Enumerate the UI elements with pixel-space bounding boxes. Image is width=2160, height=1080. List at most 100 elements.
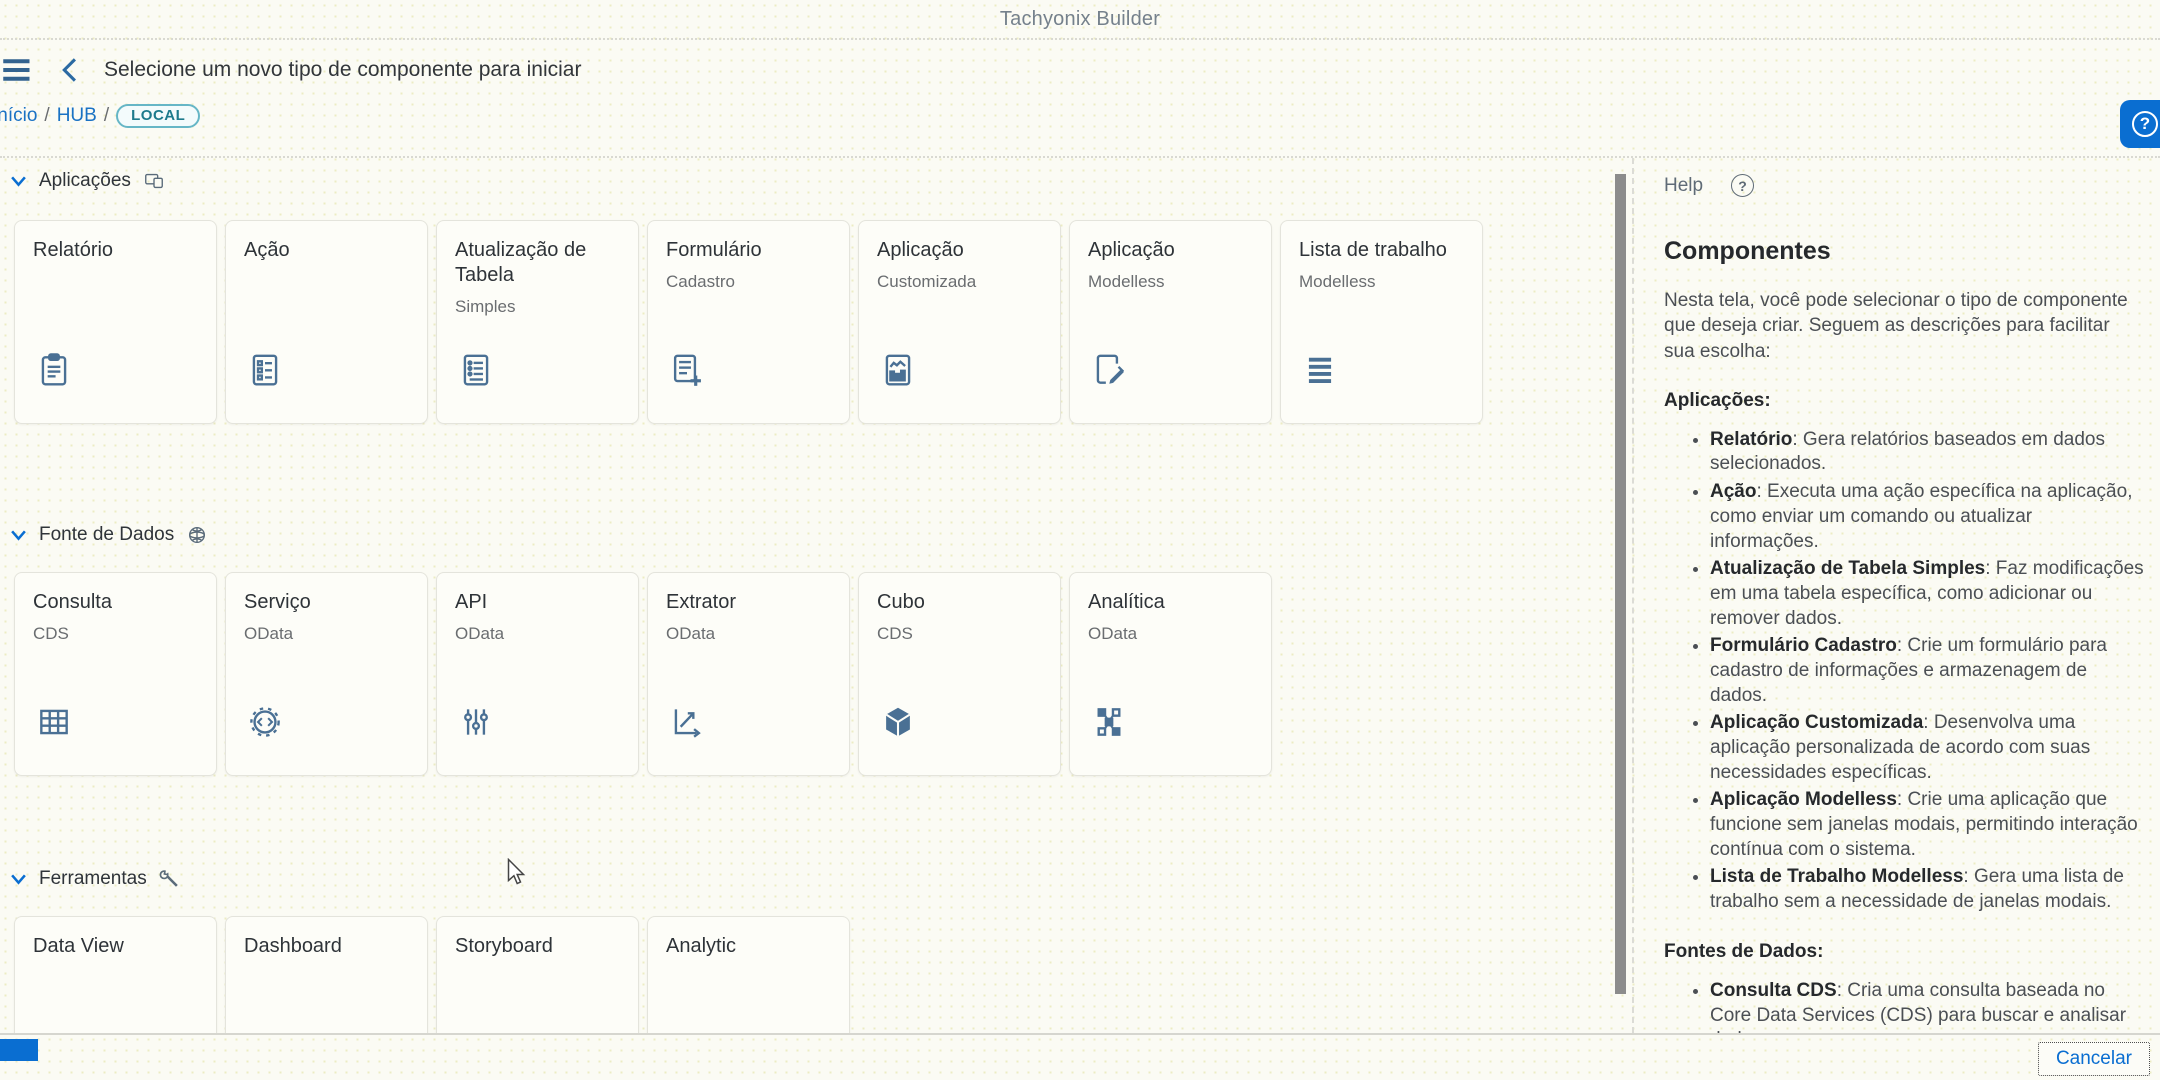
card-anal-tica-odata[interactable]: AnalíticaOData [1069, 572, 1272, 776]
chevron-down-icon[interactable] [10, 873, 27, 885]
help-group-heading: Fontes de Dados: [1664, 941, 2144, 963]
card-atualiza-o-de-tabela-simples[interactable]: Atualização de Tabela Simples [436, 220, 639, 424]
section-label: Ferramentas [39, 868, 147, 890]
help-list-item: Consulta CDS: Cria uma consulta baseada … [1710, 979, 2144, 1033]
help-list: Relatório: Gera relatórios baseados em d… [1664, 428, 2144, 915]
card-subtitle: OData [244, 624, 409, 644]
card-title: Analítica [1088, 590, 1253, 615]
cancel-button[interactable]: Cancelar [2038, 1042, 2150, 1076]
page-title: Selecione um novo tipo de componente par… [104, 58, 581, 82]
breadcrumb-separator: / [44, 105, 49, 127]
card-lista-de-trabalho-modelless[interactable]: Lista de trabalhoModelless [1280, 220, 1483, 424]
sliders-icon [457, 703, 495, 741]
breadcrumb-separator: / [104, 105, 109, 127]
help-list-item: Aplicação Modelless: Crie uma aplicação … [1710, 788, 2144, 862]
navigation-bar: Selecione um novo tipo de componente par… [0, 42, 2160, 98]
help-groups: Aplicações: Relatório: Gera relatórios ba… [1664, 390, 2144, 1033]
cube-icon [879, 703, 917, 741]
card-api-odata[interactable]: API OData [436, 572, 639, 776]
card-title: API [455, 590, 620, 615]
card-title: Storyboard [455, 934, 620, 959]
card-subtitle: Simples [455, 297, 620, 317]
top-app-bar: Tachyonix Builder [0, 0, 2160, 40]
help-panel-title: Help [1664, 175, 1703, 197]
card-subtitle: OData [455, 624, 620, 644]
card-row-ferramentas: Data View Dashboard Storyboard Analytic [0, 916, 1600, 1033]
help-group-heading: Aplicações: [1664, 390, 2144, 412]
section-aplicacoes: Aplicações Relatório Ação Atualização de Ta… [0, 166, 1600, 424]
card-aplica-o-customizada[interactable]: AplicaçãoCustomizada [858, 220, 1061, 424]
chevron-down-icon[interactable] [10, 175, 27, 187]
card-cubo-cds[interactable]: CuboCDS [858, 572, 1061, 776]
table-doc-icon [457, 351, 495, 389]
card-title: Ação [244, 238, 409, 263]
help-button[interactable]: ? [2120, 100, 2160, 148]
card-title: Atualização de Tabela [455, 238, 620, 288]
edit-doc-icon [1090, 351, 1128, 389]
export-chart-icon [668, 703, 706, 741]
card-subtitle: CDS [877, 624, 1042, 644]
card-title: Aplicação [877, 238, 1042, 263]
card-title: Aplicação [1088, 238, 1253, 263]
list-icon [1301, 351, 1339, 389]
partial-button[interactable] [0, 1039, 38, 1061]
form-add-icon [668, 351, 706, 389]
grid-icon [35, 703, 73, 741]
scrollbar[interactable] [1612, 162, 1628, 1028]
section-header-fonte-de-dados: Fonte de Dados [0, 520, 1600, 550]
card-title: Data View [33, 934, 198, 959]
question-icon: ? [2132, 111, 2158, 137]
card-aplica-o-modelless[interactable]: Aplicação Modelless [1069, 220, 1272, 424]
card-title: Lista de trabalho [1299, 238, 1464, 263]
card-row-fonte-de-dados: Consulta CDS Serviço OData API OData Extrator O… [0, 572, 1600, 776]
help-circle-icon[interactable]: ? [1731, 174, 1754, 197]
wrench-icon [159, 868, 181, 890]
component-gallery: Aplicações Relatório Ação Atualização de Ta… [0, 158, 1600, 1033]
gear-code-icon [246, 703, 284, 741]
app-window: { "app": { "title": "Tachyonix Builder" … [0, 0, 2160, 1080]
local-badge: LOCAL [116, 104, 200, 128]
card-title: Extrator [666, 590, 831, 615]
back-icon[interactable] [60, 57, 78, 83]
card-title: Consulta [33, 590, 198, 615]
help-heading: Componentes [1664, 237, 2144, 266]
card-title: Serviço [244, 590, 409, 615]
scrollbar-thumb[interactable] [1615, 174, 1626, 994]
section-header-ferramentas: Ferramentas [0, 864, 1600, 894]
nodes-icon [1090, 703, 1128, 741]
help-list-item: Ação: Executa uma ação específica na apl… [1710, 480, 2144, 554]
card-title: Dashboard [244, 934, 409, 959]
help-intro: Nesta tela, você pode selecionar o tipo … [1664, 288, 2144, 364]
content-area: Aplicações Relatório Ação Atualização de Ta… [0, 158, 2160, 1033]
card-servi-o-odata[interactable]: Serviço OData [225, 572, 428, 776]
help-list-item: Atualização de Tabela Simples: Faz modif… [1710, 557, 2144, 631]
card-a-o[interactable]: Ação [225, 220, 428, 424]
card-subtitle: OData [666, 624, 831, 644]
help-panel: Help ? Componentes Nesta tela, você pode… [1632, 158, 2160, 1033]
card-formul-rio-cadastro[interactable]: FormulárioCadastro [647, 220, 850, 424]
section-label: Aplicações [39, 170, 131, 192]
card-relat-rio[interactable]: Relatório [14, 220, 217, 424]
help-list-item: Formulário Cadastro: Crie um formulário … [1710, 634, 2144, 708]
help-list-item: Lista de Trabalho Modelless: Gera uma li… [1710, 865, 2144, 914]
chevron-down-icon[interactable] [10, 529, 27, 541]
section-label: Fonte de Dados [39, 524, 174, 546]
card-dashboard[interactable]: Dashboard [225, 916, 428, 1033]
database-icon [186, 524, 208, 546]
menu-icon[interactable] [2, 57, 32, 83]
card-analytic[interactable]: Analytic [647, 916, 850, 1033]
card-data-view[interactable]: Data View [14, 916, 217, 1033]
card-subtitle: Modelless [1088, 272, 1253, 292]
breadcrumb-hub[interactable]: HUB [57, 105, 97, 127]
card-storyboard[interactable]: Storyboard [436, 916, 639, 1033]
tasklist-icon [246, 351, 284, 389]
help-list-item: Aplicação Customizada: Desenvolva uma ap… [1710, 711, 2144, 785]
breadcrumb-inicio[interactable]: Início [0, 105, 37, 127]
card-subtitle: CDS [33, 624, 198, 644]
footer-bar: Cancelar [0, 1033, 2160, 1080]
breadcrumb: Início / HUB / LOCAL [0, 104, 200, 128]
card-extrator-odata[interactable]: Extrator OData [647, 572, 850, 776]
help-list: Consulta CDS: Cria uma consulta baseada … [1664, 979, 2144, 1033]
card-consulta-cds[interactable]: Consulta CDS [14, 572, 217, 776]
clipboard-icon [35, 351, 73, 389]
